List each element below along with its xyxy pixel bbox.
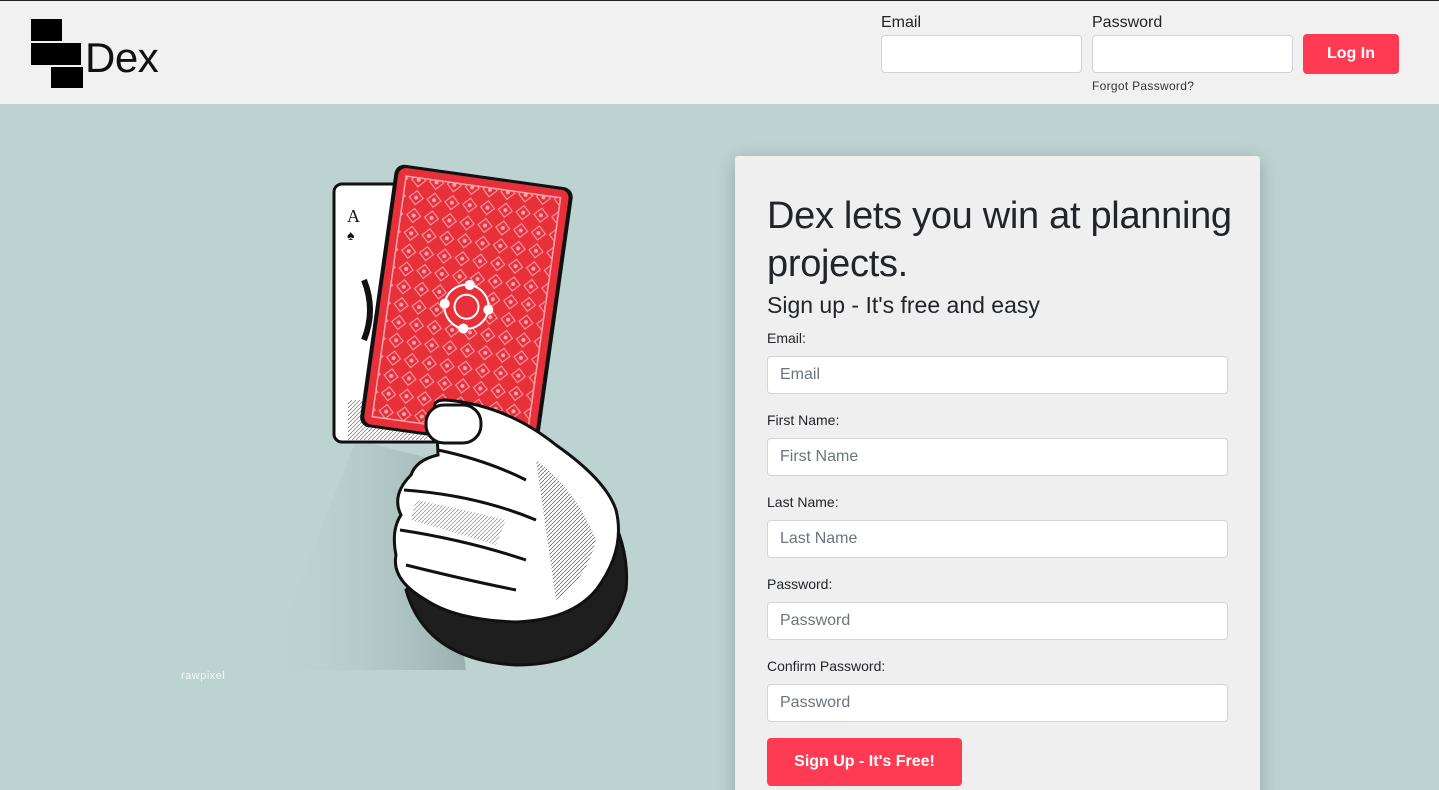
signup-password-input[interactable] — [767, 602, 1228, 640]
signup-button[interactable]: Sign Up - It's Free! — [767, 738, 962, 786]
password-label: Password: — [767, 576, 833, 592]
last-name-input[interactable] — [767, 520, 1228, 558]
hand-holding-cards-illustration: A ♠ — [266, 164, 629, 670]
signup-headline: Dex lets you win at planning projects. — [767, 195, 1232, 285]
signup-email-input[interactable] — [767, 356, 1228, 394]
logo-block-middle — [31, 43, 81, 65]
email-label: Email: — [767, 330, 806, 346]
login-email-input[interactable] — [881, 35, 1082, 73]
ace-card-suit: ♠ — [347, 229, 355, 244]
login-button[interactable]: Log In — [1303, 34, 1399, 74]
first-name-label: First Name: — [767, 412, 840, 428]
login-password-label: Password — [1092, 14, 1163, 31]
login-password-input[interactable] — [1092, 35, 1293, 73]
top-navbar: Dex Email Password Log In Forgot Passwor… — [0, 0, 1439, 104]
confirm-password-label: Confirm Password: — [767, 658, 886, 674]
ace-card-rank: A — [347, 206, 360, 226]
first-name-input[interactable] — [767, 438, 1228, 476]
confirm-password-input[interactable] — [767, 684, 1228, 722]
rawpixel-watermark: rawpixel — [181, 670, 226, 682]
login-email-label: Email — [881, 14, 922, 31]
logo-block-top — [31, 19, 62, 41]
last-name-label: Last Name: — [767, 494, 839, 510]
signup-card: Dex lets you win at planning projects. S… — [735, 156, 1260, 790]
signup-subhead: Sign up - It's free and easy — [767, 292, 1040, 318]
logo-block-bottom — [51, 67, 83, 88]
logo-text: Dex — [85, 34, 159, 81]
dex-logo[interactable]: Dex — [31, 19, 171, 89]
forgot-password-link[interactable]: Forgot Password? — [1092, 79, 1194, 93]
